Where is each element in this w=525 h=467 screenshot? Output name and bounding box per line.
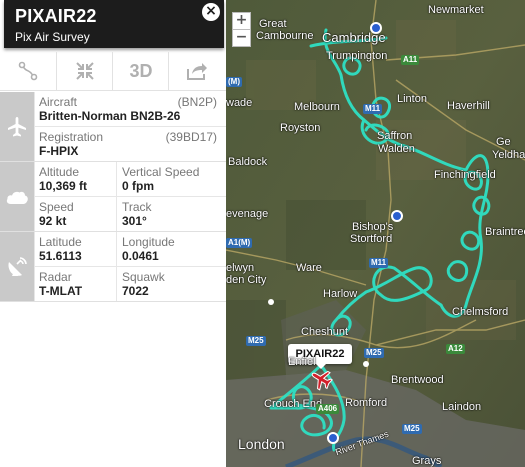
place-label: wade [226,97,253,109]
track-value: 301° [122,214,147,228]
place-label: Harlow [323,288,358,300]
place-label: Trumpington [326,50,388,62]
place-label: Cheshunt [301,326,349,338]
road-shield: (M) [226,77,242,87]
place-label: elwyn [226,262,255,274]
flight-operator: Pix Air Survey [15,30,90,44]
vertical-speed-label: Vertical Speed [122,165,200,179]
flight-data-section: Altitude 10,369 ft Vertical Speed 0 fpm … [0,162,226,232]
speed-label: Speed [39,200,74,214]
road-shield: M11 [363,104,383,114]
longitude-label: Longitude [122,235,175,249]
radar-icon [8,256,27,276]
registration-label: Registration [39,130,104,144]
panel-toolbar: 3D [0,52,226,91]
place-label: Crouch End [264,398,323,410]
cloud-icon [6,191,28,204]
radar-value: T-MLAT [39,284,83,298]
place-label: evenage [226,208,269,220]
speed-value: 92 kt [39,214,67,228]
share-icon [187,63,207,80]
place-label: Newmarket [428,4,484,16]
zoom-out-button[interactable]: − [232,29,251,47]
place-label: Melbourn [294,101,340,113]
road-shield: M25 [402,424,422,434]
squawk-label: Squawk [122,270,165,284]
flight-info-panel: PIXAIR22 Pix Air Survey × 3D Aircraft (B… [0,0,226,467]
place-label: Haverhill [447,100,490,112]
road-shield: A406 [316,404,340,414]
latitude-label: Latitude [39,235,82,249]
place-label: Saffron [377,130,413,142]
squawk-value: 7022 [122,284,149,298]
radar-label: Radar [39,270,72,284]
place-label: Brentwood [391,374,444,386]
place-label: Linton [397,93,427,105]
route-icon [18,61,38,81]
vertical-speed-value: 0 fpm [122,179,155,193]
zoom-in-button[interactable]: + [232,12,251,30]
position-section: Latitude 51.6113 Longitude 0.0461 Radar … [0,232,226,302]
fullscreen-button[interactable] [56,52,113,90]
road-shield: A1(M) [226,238,253,248]
road-shield: A12 [446,344,465,354]
fullscreen-icon [76,62,94,80]
place-label: Yeldha [492,149,525,161]
place-label: Cambourne [256,30,314,42]
aircraft-type-code: (BN2P) [177,95,217,109]
track-label: Track [122,200,152,214]
place-label: Baldock [228,156,268,168]
registration-value: F-HPIX [39,144,79,158]
route-button[interactable] [0,52,56,90]
place-label: Great [259,18,287,30]
aircraft-label: Aircraft [39,95,78,109]
place-label: Braintree [485,226,525,238]
altitude-label: Altitude [39,165,80,179]
place-label: Laindon [442,401,482,413]
place-label: Bishop's [352,221,394,233]
place-label: Ware [296,262,322,274]
aircraft-value: Britten-Norman BN2B-26 [39,109,181,123]
latitude-value: 51.6113 [39,249,82,263]
place-label: Grays [412,455,442,467]
altitude-value: 10,369 ft [39,179,88,193]
flight-callsign: PIXAIR22 [15,6,97,26]
place-label: Walden [378,143,415,155]
place-label: Stortford [350,233,393,245]
place-label: Cambridge [322,30,386,45]
view-3d-button[interactable]: 3D [112,52,169,90]
map-view[interactable]: + − PIXAIR22 Newmarket Great Cambourne C… [226,0,525,467]
registration-code: (39BD17) [165,130,217,144]
close-icon[interactable]: × [202,3,220,21]
place-label: Ge [496,136,511,148]
aircraft-section: Aircraft (BN2P) Britten-Norman BN2B-26 R… [0,92,226,162]
longitude-value: 0.0461 [122,249,159,263]
road-shield: M25 [246,336,266,346]
road-shield: M25 [364,348,384,358]
place-label: Romford [345,397,388,409]
place-label: den City [226,274,267,286]
place-label: Royston [280,122,321,134]
place-label: London [238,436,285,452]
road-shield: M11 [369,258,389,268]
share-button[interactable] [168,52,225,90]
place-label: Chelmsford [452,306,509,318]
flight-details: Aircraft (BN2P) Britten-Norman BN2B-26 R… [0,92,226,302]
airplane-icon [8,116,26,136]
flight-header: PIXAIR22 Pix Air Survey × [4,0,224,48]
place-label: Finchingfield [434,169,496,181]
road-shield: A11 [401,55,420,65]
place-label: Enfiel [288,356,316,368]
